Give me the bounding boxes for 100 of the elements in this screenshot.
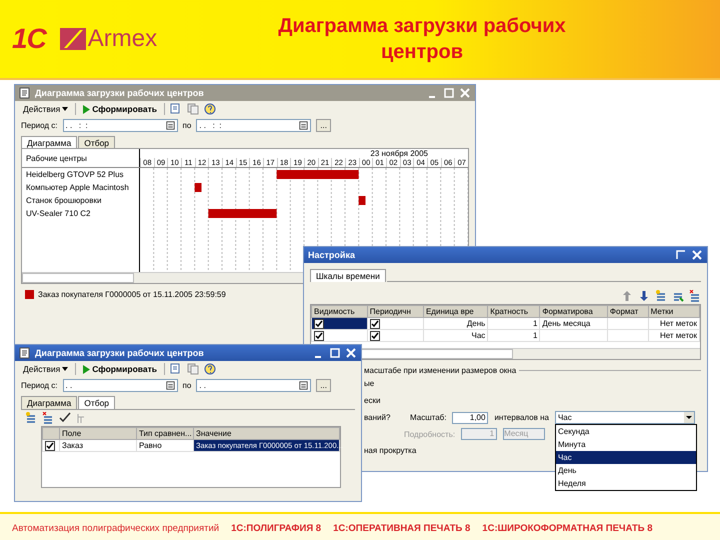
work-center-name: Heidelberg GTOVP 52 Plus — [22, 168, 140, 181]
period-to-field[interactable]: . . — [196, 379, 312, 392]
move-down-icon[interactable] — [638, 290, 650, 302]
option-label: ваний? — [364, 413, 392, 422]
report-icon[interactable] — [19, 87, 31, 99]
dropdown-option[interactable]: Час — [556, 451, 696, 464]
close-icon[interactable] — [691, 249, 703, 261]
calendar-icon[interactable] — [166, 381, 175, 390]
window-title: Диаграмма загрузки рабочих центров — [35, 88, 205, 98]
option-label: ная прокрутка — [364, 446, 416, 455]
tab[interactable]: Диаграмма — [21, 396, 78, 409]
calendar-icon[interactable] — [299, 381, 308, 390]
work-center-name: Компьютер Apple Macintosh — [22, 181, 140, 194]
table-cell: День месяца — [540, 318, 608, 330]
column-header[interactable]: Видимость — [312, 306, 368, 318]
add-row-icon[interactable] — [655, 290, 667, 302]
delete-condition-icon[interactable] — [42, 412, 54, 424]
table-cell: 1 — [488, 330, 540, 342]
table-cell — [607, 318, 648, 330]
column-header[interactable]: Единица вре — [423, 306, 488, 318]
footer-text: Автоматизация полиграфических предприятий — [12, 522, 220, 534]
maximize-icon[interactable] — [329, 347, 341, 359]
restore-icon[interactable] — [675, 249, 687, 261]
run-button[interactable]: Сформировать — [81, 103, 160, 115]
armex-mark-icon — [60, 28, 86, 50]
column-header[interactable]: Периодичн — [367, 306, 424, 318]
actions-menu[interactable]: Действия — [21, 103, 70, 115]
period-from-field[interactable]: . . — [62, 379, 178, 392]
column-header[interactable]: Формат — [607, 306, 648, 318]
visibility-cell[interactable] — [312, 330, 368, 342]
tab[interactable]: Отбор — [78, 396, 116, 409]
column-header[interactable]: Метки — [648, 306, 700, 318]
maximize-icon[interactable] — [443, 87, 455, 99]
period-from-field[interactable]: . . : : — [62, 119, 178, 132]
close-icon[interactable] — [345, 347, 357, 359]
column-header[interactable]: Кратность — [488, 306, 540, 318]
period-to-label: по — [182, 381, 192, 390]
period-label: Период с: — [21, 381, 58, 390]
delete-row-icon[interactable] — [689, 290, 701, 302]
table-cell: Час — [423, 330, 488, 342]
tab[interactable]: Шкалы времени — [310, 269, 386, 282]
report-settings-icon[interactable] — [170, 103, 182, 115]
per-label: интервалов на — [494, 413, 549, 422]
checkbox[interactable] — [45, 440, 55, 450]
table-cell: Нет меток — [648, 318, 700, 330]
report-settings-icon[interactable] — [170, 363, 182, 375]
table-cell: Нет меток — [648, 330, 700, 342]
period-to-label: по — [182, 121, 192, 130]
help-icon[interactable] — [204, 363, 216, 375]
help-icon[interactable] — [204, 103, 216, 115]
visibility-cell[interactable] — [312, 318, 368, 330]
period-select-button[interactable]: ... — [316, 379, 331, 392]
window-title: Настройка — [308, 250, 356, 260]
period-select-button[interactable]: ... — [316, 119, 331, 132]
table-cell: 1 — [488, 318, 540, 330]
table-cell: Равно — [136, 440, 194, 452]
check-all-icon[interactable] — [59, 412, 71, 424]
scale-label: Масштаб: — [410, 413, 446, 422]
footer-text: 1С:ШИРОКОФОРМАТНАЯ ПЕЧАТЬ 8 — [482, 522, 653, 534]
option-label: ески — [364, 396, 380, 405]
legend-swatch — [25, 290, 34, 299]
row-header: Рабочие центры — [22, 149, 140, 167]
logo-1c: 1С — [12, 23, 46, 55]
column-header[interactable]: Значение — [194, 428, 340, 440]
tab[interactable]: Отбор — [78, 136, 116, 149]
table-cell — [607, 330, 648, 342]
run-button[interactable]: Сформировать — [81, 363, 160, 375]
checkbox[interactable] — [314, 318, 324, 328]
tab[interactable]: Диаграмма — [21, 136, 78, 149]
checkbox[interactable] — [314, 330, 324, 340]
logo-armex: Armex — [88, 25, 158, 53]
add-condition-icon[interactable] — [25, 412, 37, 424]
group-title: масштабе при изменении размеров окна — [364, 366, 516, 375]
slide-title: Диаграмма загрузки рабочих центров — [277, 14, 567, 65]
play-icon — [83, 364, 90, 374]
table-cell: Заказ — [60, 440, 136, 452]
detail-label: Подробность: — [404, 430, 456, 438]
window-title: Диаграмма загрузки рабочих центров — [35, 348, 205, 358]
close-icon[interactable] — [459, 87, 471, 99]
footer-text: 1С:ПОЛИГРАФИЯ 8 — [231, 522, 322, 534]
work-center-name: UV-Sealer 710 C2 — [22, 207, 140, 220]
scale-field[interactable]: 1,00 — [452, 412, 488, 424]
period-to-field[interactable]: . . : : — [196, 119, 312, 132]
calendar-icon[interactable] — [166, 121, 175, 130]
play-icon — [83, 104, 90, 114]
column-header[interactable]: Поле — [60, 428, 136, 440]
footer-text: 1С:ОПЕРАТИВНАЯ ПЕЧАТЬ 8 — [333, 522, 470, 534]
report-icon[interactable] — [19, 347, 31, 359]
caret-icon — [62, 106, 68, 112]
work-center-name: Станок брошюровки — [22, 194, 140, 207]
column-header[interactable]: Форматирова — [540, 306, 608, 318]
table-cell: День — [423, 318, 488, 330]
caret-icon — [62, 366, 68, 372]
legend-text: Заказ покупателя Г0000005 от 15.11.2005 23:59:59 — [38, 290, 226, 299]
column-header[interactable]: Тип сравнен... — [136, 428, 194, 440]
checkbox[interactable] — [370, 330, 380, 340]
checkbox[interactable] — [370, 318, 380, 328]
calendar-icon[interactable] — [299, 121, 308, 130]
date-header: 23 ноября 2005 — [369, 149, 429, 158]
actions-menu[interactable]: Действия — [21, 363, 70, 375]
